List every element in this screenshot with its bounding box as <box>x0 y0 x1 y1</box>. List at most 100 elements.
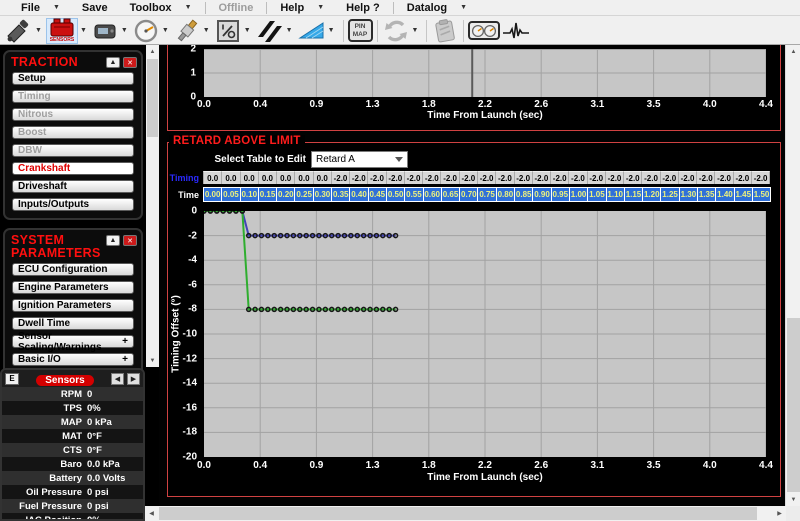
time-cell[interactable]: 0.80 <box>496 187 515 202</box>
timing-cell[interactable]: 0.0 <box>314 171 332 184</box>
time-cell[interactable]: 0.90 <box>532 187 551 202</box>
time-cell[interactable]: 0.60 <box>423 187 442 202</box>
main-vertical-scrollbar[interactable]: ▲ ▼ <box>785 45 800 506</box>
time-cell[interactable]: 0.30 <box>313 187 332 202</box>
time-cell[interactable]: 0.55 <box>404 187 423 202</box>
sidebar-item-ignition-parameters[interactable]: Ignition Parameters <box>12 299 134 312</box>
chevron-down-icon[interactable]: ▼ <box>328 27 335 34</box>
collapse-icon[interactable]: ▲ <box>106 235 120 246</box>
launch-chart-plot[interactable] <box>204 49 766 97</box>
scope-button[interactable] <box>500 18 532 44</box>
timing-cell[interactable]: -2.0 <box>642 171 660 184</box>
scroll-down-icon[interactable]: ▼ <box>786 493 800 506</box>
timing-cell[interactable]: -2.0 <box>588 171 606 184</box>
timing-cell[interactable]: 0.0 <box>222 171 240 184</box>
time-cell[interactable]: 1.00 <box>569 187 588 202</box>
scroll-down-icon[interactable]: ▼ <box>146 354 159 367</box>
time-cell[interactable]: 1.40 <box>715 187 734 202</box>
timing-cell[interactable]: -2.0 <box>405 171 423 184</box>
timing-cell[interactable]: -2.0 <box>387 171 405 184</box>
time-cell[interactable]: 0.40 <box>349 187 368 202</box>
close-icon[interactable]: ✕ <box>123 57 137 68</box>
time-cell[interactable]: 0.95 <box>551 187 570 202</box>
sidebar-item-driveshaft[interactable]: Driveshaft <box>12 180 134 193</box>
chevron-down-icon[interactable]: ▼ <box>286 27 293 34</box>
timing-cell[interactable]: -2.0 <box>551 171 569 184</box>
time-cell[interactable]: 0.15 <box>258 187 277 202</box>
injector-button[interactable] <box>5 18 33 44</box>
time-cell[interactable]: 1.45 <box>734 187 753 202</box>
time-cell[interactable]: 1.15 <box>624 187 643 202</box>
scrollbar-thumb[interactable] <box>159 507 757 520</box>
time-cell[interactable]: 1.35 <box>697 187 716 202</box>
timing-cell[interactable]: -2.0 <box>679 171 697 184</box>
pin-map-button[interactable]: PIN MAP <box>348 19 373 42</box>
timing-cell[interactable]: 0.0 <box>203 171 222 184</box>
timing-cell[interactable]: 0.0 <box>241 171 259 184</box>
chevron-down-icon[interactable]: ▼ <box>80 27 87 34</box>
timing-cell[interactable]: -2.0 <box>715 171 733 184</box>
table-select-dropdown[interactable]: Retard A <box>311 151 408 168</box>
time-cell[interactable]: 0.25 <box>294 187 313 202</box>
dash-gauges-button[interactable] <box>468 21 500 40</box>
menu-help-[interactable]: Help ? <box>335 2 391 14</box>
time-cell[interactable]: 0.05 <box>221 187 240 202</box>
time-cell[interactable]: 1.25 <box>660 187 679 202</box>
sidebar-scrollbar[interactable]: ▲ ▼ <box>146 45 159 367</box>
time-cell[interactable]: 0.85 <box>514 187 533 202</box>
sensors-prev-button[interactable]: ◀ <box>111 373 124 385</box>
sidebar-item-ecu-configuration[interactable]: ECU Configuration <box>12 263 134 276</box>
timing-cell[interactable]: -2.0 <box>332 171 350 184</box>
sidebar-item-setup[interactable]: Setup <box>12 72 134 85</box>
time-cell[interactable]: 1.30 <box>679 187 698 202</box>
time-cell[interactable]: 0.50 <box>386 187 405 202</box>
timing-cell[interactable]: -2.0 <box>752 171 770 184</box>
sync-button[interactable] <box>382 18 410 44</box>
scrollbar-thumb[interactable] <box>787 318 800 492</box>
chevron-down-icon[interactable]: ▼ <box>244 27 251 34</box>
main-horizontal-scrollbar[interactable]: ◀ ▶ <box>145 506 786 521</box>
timing-cell[interactable]: -2.0 <box>661 171 679 184</box>
menu-file[interactable]: File▼ <box>10 2 71 14</box>
sidebar-item-dwell-time[interactable]: Dwell Time <box>12 317 134 330</box>
time-cell[interactable]: 1.05 <box>587 187 606 202</box>
datalog-clipboard-button[interactable] <box>431 18 459 44</box>
chevron-down-icon[interactable]: ▼ <box>35 27 42 34</box>
timing-cell[interactable]: -2.0 <box>734 171 752 184</box>
sidebar-item-crankshaft[interactable]: Crankshaft <box>12 162 134 175</box>
sidebar-item-sensor-scaling-warnings[interactable]: Sensor Scaling/Warnings+ <box>12 335 134 348</box>
chevron-down-icon[interactable]: ▼ <box>121 27 128 34</box>
timing-cell[interactable]: -2.0 <box>496 171 514 184</box>
fuel-map-button[interactable] <box>297 18 326 44</box>
timing-cell[interactable]: 0.0 <box>277 171 295 184</box>
sidebar-item-basic-i-o[interactable]: Basic I/O+ <box>12 353 134 366</box>
menu-toolbox[interactable]: Toolbox▼ <box>119 2 203 14</box>
timing-cell[interactable]: -2.0 <box>606 171 624 184</box>
scroll-right-icon[interactable]: ▶ <box>773 506 786 521</box>
timing-cell[interactable]: -2.0 <box>697 171 715 184</box>
timing-cell[interactable]: -2.0 <box>350 171 368 184</box>
sensors-edit-button[interactable]: E <box>5 373 19 385</box>
spark-plug-button[interactable] <box>173 18 201 44</box>
timing-button[interactable] <box>255 18 284 44</box>
time-cell[interactable]: 0.45 <box>368 187 387 202</box>
time-cell[interactable]: 1.10 <box>606 187 625 202</box>
time-cell[interactable]: 0.00 <box>203 187 222 202</box>
timing-cell[interactable]: -2.0 <box>368 171 386 184</box>
chevron-down-icon[interactable]: ▼ <box>203 27 210 34</box>
io-setup-button[interactable] <box>214 18 242 44</box>
timing-cell[interactable]: -2.0 <box>423 171 441 184</box>
time-cell[interactable]: 0.10 <box>240 187 259 202</box>
sidebar-item-engine-parameters[interactable]: Engine Parameters <box>12 281 134 294</box>
timing-cell[interactable]: -2.0 <box>533 171 551 184</box>
timing-cell[interactable]: -2.0 <box>478 171 496 184</box>
timing-cell[interactable]: -2.0 <box>460 171 478 184</box>
timing-cell[interactable]: -2.0 <box>624 171 642 184</box>
timing-cell[interactable]: 0.0 <box>295 171 313 184</box>
close-icon[interactable]: ✕ <box>123 235 137 246</box>
menu-help[interactable]: Help▼ <box>269 2 335 14</box>
menu-offline[interactable]: Offline <box>208 2 265 14</box>
sidebar-item-inputs-outputs[interactable]: Inputs/Outputs <box>12 198 134 211</box>
menu-save[interactable]: Save <box>71 2 119 14</box>
gauge-button[interactable] <box>132 18 160 44</box>
